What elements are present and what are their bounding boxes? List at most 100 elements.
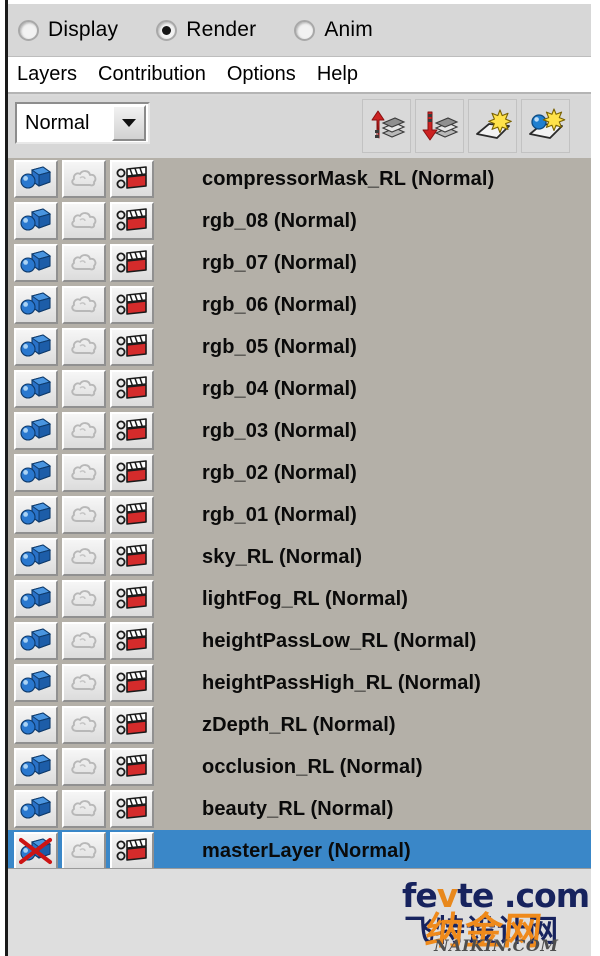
cloud-icon[interactable] — [62, 832, 106, 868]
layer-name-label: heightPassHigh_RL (Normal) — [202, 671, 481, 694]
sphere-cube-icon[interactable] — [14, 622, 58, 660]
sphere-cube-icon[interactable] — [14, 370, 58, 408]
window-right-margin — [591, 0, 600, 956]
layer-row[interactable]: beauty_RL (Normal) — [8, 788, 591, 830]
cloud-icon[interactable] — [62, 286, 106, 324]
cloud-icon[interactable] — [62, 328, 106, 366]
layer-row[interactable]: rgb_02 (Normal) — [8, 452, 591, 494]
menu-item-layers[interactable]: Layers — [17, 63, 77, 86]
layer-row[interactable]: rgb_07 (Normal) — [8, 242, 591, 284]
layer-row[interactable]: rgb_06 (Normal) — [8, 284, 591, 326]
radio-anim[interactable]: Anim — [294, 18, 373, 42]
clapper-board-icon[interactable] — [110, 160, 154, 198]
sphere-cube-icon[interactable] — [14, 496, 58, 534]
layer-row[interactable]: zDepth_RL (Normal) — [8, 704, 591, 746]
radio-display[interactable]: Display — [18, 18, 118, 42]
clapper-board-icon[interactable] — [110, 706, 154, 744]
sphere-cube-icon[interactable] — [14, 286, 58, 324]
cloud-icon[interactable] — [62, 790, 106, 828]
cloud-icon[interactable] — [62, 496, 106, 534]
blend-mode-dropdown[interactable]: Normal — [15, 102, 150, 144]
cloud-icon[interactable] — [62, 580, 106, 618]
layer-row[interactable]: rgb_08 (Normal) — [8, 200, 591, 242]
cloud-icon[interactable] — [62, 454, 106, 492]
menu-item-contribution[interactable]: Contribution — [98, 63, 206, 86]
clapper-board-icon[interactable] — [110, 748, 154, 786]
clapper-board-icon[interactable] — [110, 538, 154, 576]
layer-row[interactable]: sky_RL (Normal) — [8, 536, 591, 578]
layer-row[interactable]: occlusion_RL (Normal) — [8, 746, 591, 788]
layer-name-label: beauty_RL (Normal) — [202, 797, 394, 820]
layer-row[interactable]: lightFog_RL (Normal) — [8, 578, 591, 620]
clapper-board-icon[interactable] — [110, 622, 154, 660]
layer-name-label: rgb_04 (Normal) — [202, 377, 357, 400]
clapper-board-icon[interactable] — [110, 454, 154, 492]
sphere-cube-icon[interactable] — [14, 328, 58, 366]
cloud-icon[interactable] — [62, 748, 106, 786]
cloud-icon[interactable] — [62, 202, 106, 240]
sphere-cube-icon[interactable] — [14, 748, 58, 786]
move-layer-down-button[interactable] — [415, 99, 464, 153]
sphere-cube-icon[interactable] — [14, 160, 58, 198]
clapper-board-icon[interactable] — [110, 832, 154, 868]
layer-row[interactable]: rgb_01 (Normal) — [8, 494, 591, 536]
layer-name-label: sky_RL (Normal) — [202, 545, 363, 568]
menu-item-options[interactable]: Options — [227, 63, 296, 86]
layer-row[interactable]: rgb_04 (Normal) — [8, 368, 591, 410]
clapper-board-icon[interactable] — [110, 580, 154, 618]
move-layer-up-button[interactable] — [362, 99, 411, 153]
layer-name-label: rgb_05 (Normal) — [202, 335, 357, 358]
clapper-board-icon[interactable] — [110, 496, 154, 534]
sphere-cube-disabled-icon[interactable] — [14, 832, 58, 868]
cloud-icon[interactable] — [62, 412, 106, 450]
layer-name-label: rgb_07 (Normal) — [202, 251, 357, 274]
layer-row[interactable]: rgb_03 (Normal) — [8, 410, 591, 452]
cloud-icon[interactable] — [62, 370, 106, 408]
clapper-board-icon[interactable] — [110, 664, 154, 702]
sphere-cube-icon[interactable] — [14, 580, 58, 618]
layer-row[interactable]: masterLayer (Normal) — [8, 830, 591, 868]
sphere-cube-icon[interactable] — [14, 664, 58, 702]
radio-icon[interactable] — [18, 19, 39, 41]
sphere-cube-icon[interactable] — [14, 412, 58, 450]
clapper-board-icon[interactable] — [110, 244, 154, 282]
sphere-cube-icon[interactable] — [14, 202, 58, 240]
layer-name-label: zDepth_RL (Normal) — [202, 713, 396, 736]
chevron-down-icon[interactable] — [112, 105, 146, 141]
radio-icon[interactable] — [156, 19, 178, 41]
layer-row[interactable]: heightPassHigh_RL (Normal) — [8, 662, 591, 704]
cloud-icon[interactable] — [62, 244, 106, 282]
sphere-cube-icon[interactable] — [14, 244, 58, 282]
radio-icon[interactable] — [294, 19, 316, 41]
cloud-icon[interactable] — [62, 160, 106, 198]
layer-row[interactable]: rgb_05 (Normal) — [8, 326, 591, 368]
clapper-board-icon[interactable] — [110, 790, 154, 828]
clapper-board-icon[interactable] — [110, 202, 154, 240]
cloud-icon[interactable] — [62, 538, 106, 576]
sphere-cube-icon[interactable] — [14, 454, 58, 492]
cloud-icon[interactable] — [62, 664, 106, 702]
layer-name-label: rgb_02 (Normal) — [202, 461, 357, 484]
render-layer-editor-window: Display Render Anim Layers Contribution … — [0, 0, 600, 956]
create-render-layer-button[interactable] — [521, 99, 570, 153]
radio-anim-label: Anim — [324, 18, 373, 41]
layer-row[interactable]: compressorMask_RL (Normal) — [8, 158, 591, 200]
sphere-cube-icon[interactable] — [14, 538, 58, 576]
render-layer-list[interactable]: compressorMask_RL (Normal) rgb_08 (Normal… — [8, 158, 591, 868]
sphere-cube-icon[interactable] — [14, 790, 58, 828]
clapper-board-icon[interactable] — [110, 370, 154, 408]
sphere-cube-icon[interactable] — [14, 706, 58, 744]
toolbar-button-group — [362, 99, 570, 153]
clapper-board-icon[interactable] — [110, 412, 154, 450]
red-down-arrow-layers-icon — [420, 106, 460, 146]
clapper-board-icon[interactable] — [110, 286, 154, 324]
layer-row[interactable]: heightPassLow_RL (Normal) — [8, 620, 591, 662]
radio-display-label: Display — [48, 18, 119, 41]
menu-item-help[interactable]: Help — [317, 63, 358, 86]
blend-mode-value: Normal — [25, 111, 90, 134]
clapper-board-icon[interactable] — [110, 328, 154, 366]
create-empty-layer-button[interactable] — [468, 99, 517, 153]
cloud-icon[interactable] — [62, 622, 106, 660]
radio-render[interactable]: Render — [156, 18, 256, 42]
cloud-icon[interactable] — [62, 706, 106, 744]
